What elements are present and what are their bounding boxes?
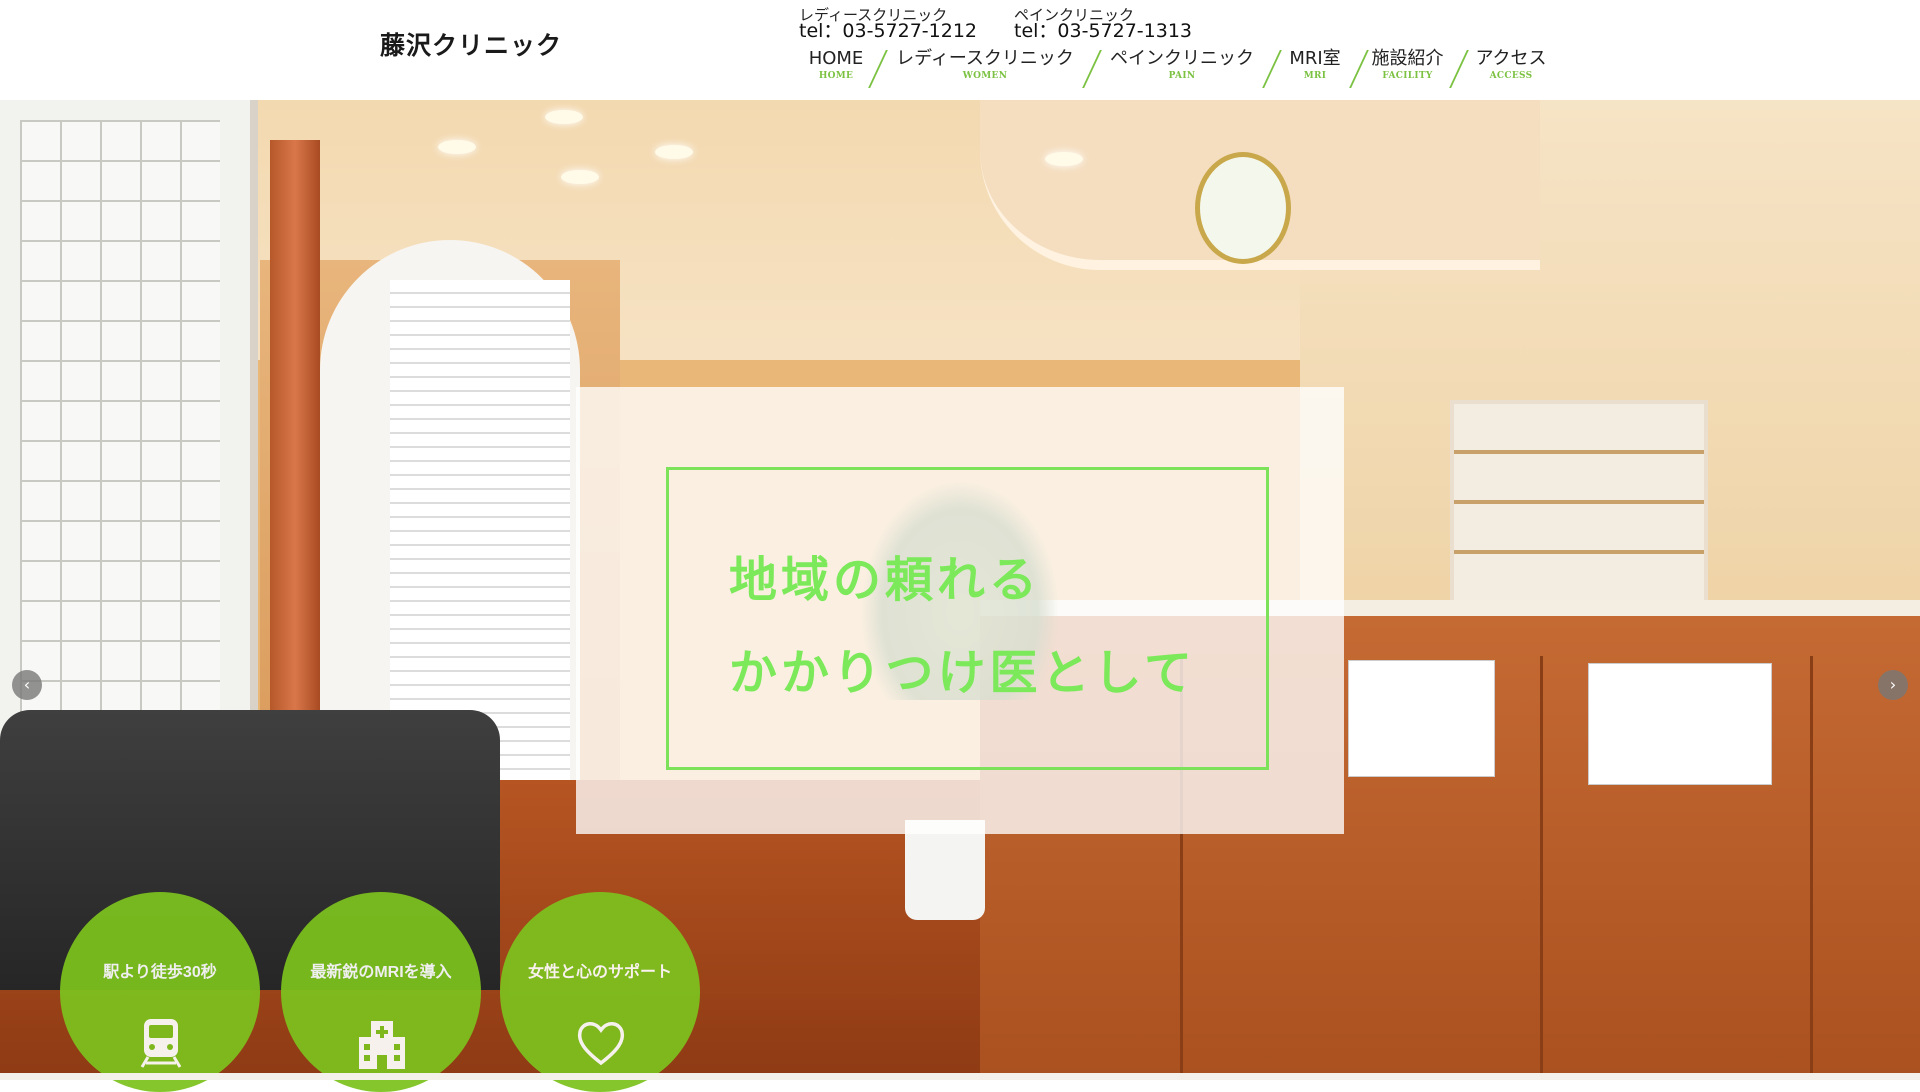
photo-counter-notice [1588,663,1772,785]
heart-icon [577,1022,625,1066]
photo-ceiling-light [561,170,599,184]
nav-item-women-sub: WOMEN [962,71,1008,81]
photo-glass-block-window [0,100,258,740]
hero-caption-box: 地域の頼れる かかりつけ医として [576,387,1344,834]
nav-separator [1349,50,1369,88]
page-bottom-strip [0,1073,1920,1080]
train-icon [140,1019,182,1068]
hero-slider: 地域の頼れる かかりつけ医として ‹ › [0,100,1920,1080]
nav-separator [1262,50,1282,88]
nav-separator [1082,50,1102,88]
hero-tagline-line2: かかりつけ医として [729,645,1197,701]
feature-access-circle[interactable]: 駅より徒歩30秒 [60,892,260,1092]
photo-ceiling-light [438,140,476,154]
feature-access-label: 駅より徒歩30秒 [103,964,217,981]
nav-item-facility-sub: FACILITY [1382,71,1433,81]
nav-item-women-label: レディースクリニック [896,48,1074,69]
hospital-icon [359,1021,405,1069]
slider-prev-arrow-icon[interactable]: ‹ [12,670,42,700]
tel-ladies-number[interactable]: tel：03-5727-1212 [799,22,977,41]
nav-separator [868,50,888,88]
nav-item-mri-label: MRI室 [1289,48,1341,69]
tel-ladies-clinic: レディースクリニック tel：03-5727-1212 [799,7,977,41]
nav-item-access-label: アクセス [1475,48,1547,69]
feature-mri-label: 最新鋭のMRIを導入 [310,964,452,981]
photo-ceiling-light [1045,152,1083,166]
photo-plant-pot [905,820,985,920]
nav-item-pain-sub: PAIN [1168,71,1196,81]
slider-next-arrow-icon[interactable]: › [1878,670,1908,700]
feature-women-support-circle[interactable]: 女性と心のサポート [500,892,700,1092]
photo-ceiling-light [545,110,583,124]
nav-item-access[interactable]: アクセス ACCESS [1473,48,1549,82]
tel-pain-number[interactable]: tel：03-5727-1313 [1014,22,1192,41]
tel-pain-clinic: ペインクリニック tel：03-5727-1313 [1014,7,1192,41]
nav-item-home[interactable]: HOME HOME [808,48,864,82]
nav-item-women[interactable]: レディースクリニック WOMEN [892,48,1078,82]
photo-ceiling-light [655,145,693,159]
site-header: 藤沢クリニック レディースクリニック tel：03-5727-1212 ペインク… [0,0,1920,100]
photo-wall-clock [1195,152,1291,264]
nav-item-mri[interactable]: MRI室 MRI [1285,48,1345,82]
feature-women-support-label: 女性と心のサポート [527,964,672,981]
nav-separator [1449,50,1469,88]
hero-caption-frame: 地域の頼れる かかりつけ医として [666,467,1269,770]
nav-item-pain[interactable]: ペインクリニック PAIN [1107,48,1257,82]
nav-item-mri-sub: MRI [1303,71,1327,81]
site-logo[interactable]: 藤沢クリニック [380,26,562,62]
nav-item-pain-label: ペインクリニック [1110,48,1254,69]
nav-item-home-sub: HOME [818,71,854,81]
nav-item-access-sub: ACCESS [1489,71,1533,81]
photo-file-shelf [1450,400,1708,608]
nav-item-facility-label: 施設紹介 [1371,48,1444,69]
nav-item-home-label: HOME [808,48,864,69]
photo-counter-notice [1348,660,1495,777]
hero-tagline-line1: 地域の頼れる [729,552,1042,608]
nav-item-facility[interactable]: 施設紹介 FACILITY [1370,48,1445,82]
feature-mri-circle[interactable]: 最新鋭のMRIを導入 [281,892,481,1092]
